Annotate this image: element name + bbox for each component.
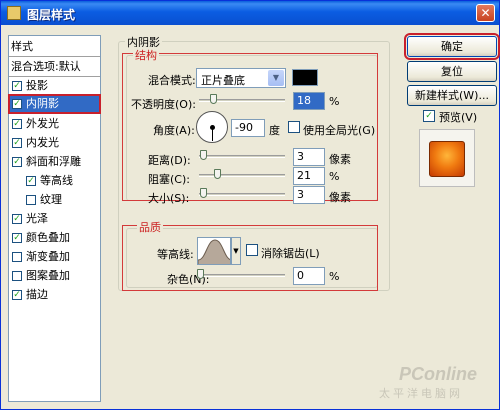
gradient-overlay-checkbox[interactable] [12, 252, 22, 262]
sidebar-item-satin[interactable]: ✓ 光泽 [9, 210, 100, 228]
sidebar-item-color-overlay[interactable]: ✓ 颜色叠加 [9, 229, 100, 247]
contour-dropdown-chevron-icon[interactable]: ▼ [231, 237, 241, 265]
sidebar-item-gradient-overlay[interactable]: 渐变叠加 [9, 248, 100, 266]
contour-label: 等高线: [157, 248, 194, 261]
sidebar-item-texture[interactable]: 纹理 [9, 191, 100, 209]
angle-label: 角度(A): [153, 124, 195, 137]
noise-input[interactable]: 0 [293, 267, 325, 285]
preview-checkbox[interactable]: ✓ [423, 110, 435, 122]
styles-header[interactable]: 样式 [11, 38, 102, 56]
size-slider-handle[interactable] [200, 188, 207, 198]
blend-mode-select[interactable]: 正片叠底 ▼ [196, 68, 286, 88]
satin-checkbox[interactable]: ✓ [12, 214, 22, 224]
antialias-label: 消除锯齿(L) [261, 247, 320, 260]
contour-curve-icon [198, 239, 230, 264]
divider [9, 56, 100, 57]
size-input[interactable]: 3 [293, 186, 325, 204]
choke-input[interactable]: 21 [293, 167, 325, 185]
preview-label: 预览(V) [439, 111, 478, 124]
sidebar-item-inner-shadow[interactable]: ✓ 内阴影 [8, 94, 101, 114]
size-slider-track[interactable] [199, 193, 285, 196]
sidebar-item-label: 内发光 [26, 136, 59, 149]
noise-slider-track[interactable] [197, 274, 285, 277]
ok-button[interactable]: 确定 [404, 33, 500, 60]
contour-checkbox[interactable]: ✓ [26, 176, 36, 186]
stroke-checkbox[interactable]: ✓ [12, 290, 22, 300]
noise-slider-handle[interactable] [197, 269, 204, 279]
opacity-unit: % [329, 95, 340, 108]
sidebar-item-label: 颜色叠加 [26, 231, 70, 244]
size-unit: 像素 [329, 191, 351, 204]
watermark-logo: PConline [398, 364, 477, 384]
angle-dial[interactable] [196, 111, 228, 143]
distance-label: 距离(D): [148, 154, 191, 167]
angle-input[interactable]: -90 [231, 119, 265, 137]
chevron-down-icon: ▼ [268, 70, 284, 86]
distance-slider-handle[interactable] [200, 150, 207, 160]
angle-unit: 度 [269, 124, 280, 137]
contour-preview[interactable] [197, 237, 231, 265]
distance-input[interactable]: 3 [293, 148, 325, 166]
structure-title: 结构 [133, 47, 159, 63]
blend-mode-label: 混合模式: [148, 74, 196, 87]
antialias-checkbox[interactable] [246, 244, 258, 256]
sidebar-item-contour[interactable]: ✓ 等高线 [9, 172, 100, 190]
app-icon [7, 6, 21, 20]
sidebar-item-inner-glow[interactable]: ✓ 内发光 [9, 134, 100, 152]
drop-shadow-checkbox[interactable]: ✓ [12, 81, 22, 91]
texture-checkbox[interactable] [26, 195, 36, 205]
sidebar-item-label: 渐变叠加 [26, 250, 70, 263]
shadow-color-swatch[interactable] [292, 69, 318, 86]
sidebar-item-drop-shadow[interactable]: ✓ 投影 [9, 77, 100, 95]
distance-unit: 像素 [329, 153, 351, 166]
sidebar-item-label: 外发光 [26, 117, 59, 130]
sidebar-item-label: 描边 [26, 288, 48, 301]
blend-options-item[interactable]: 混合选项:默认 [11, 58, 102, 76]
opacity-label: 不透明度(O): [131, 98, 196, 111]
bevel-emboss-checkbox[interactable]: ✓ [12, 157, 22, 167]
distance-slider-track[interactable] [199, 155, 285, 158]
sidebar-item-stroke[interactable]: ✓ 描边 [9, 286, 100, 304]
global-light-checkbox[interactable] [288, 121, 300, 133]
sidebar-item-pattern-overlay[interactable]: 图案叠加 [9, 267, 100, 285]
color-overlay-checkbox[interactable]: ✓ [12, 233, 22, 243]
choke-slider-handle[interactable] [214, 169, 221, 179]
inner-glow-checkbox[interactable]: ✓ [12, 138, 22, 148]
close-button[interactable]: ✕ [476, 4, 495, 22]
outer-glow-checkbox[interactable]: ✓ [12, 119, 22, 129]
sidebar-item-outer-glow[interactable]: ✓ 外发光 [9, 115, 100, 133]
new-style-button[interactable]: 新建样式(W)... [407, 85, 497, 106]
style-preview-thumbnail [429, 141, 465, 177]
global-light-label: 使用全局光(G) [303, 124, 376, 137]
size-label: 大小(S): [148, 192, 190, 205]
opacity-slider-handle[interactable] [210, 94, 217, 104]
quality-title: 品质 [137, 219, 163, 235]
sidebar-item-label: 内阴影 [26, 97, 59, 110]
sidebar-item-label: 光泽 [26, 212, 48, 225]
noise-unit: % [329, 270, 340, 283]
blend-mode-value: 正片叠底 [201, 74, 245, 87]
reset-button[interactable]: 复位 [407, 61, 497, 82]
choke-unit: % [329, 170, 340, 183]
styles-list: 样式 混合选项:默认 ✓ 投影 ✓ 内阴影 ✓ 外发光 ✓ 内发光 ✓ 斜面和浮… [8, 35, 101, 402]
watermark-subtitle: 太平洋电脑网 [379, 387, 463, 400]
sidebar-item-bevel-emboss[interactable]: ✓ 斜面和浮雕 [9, 153, 100, 171]
sidebar-item-label: 斜面和浮雕 [26, 155, 81, 168]
choke-label: 阻塞(C): [148, 173, 190, 186]
layer-style-dialog: 图层样式 ✕ 样式 混合选项:默认 ✓ 投影 ✓ 内阴影 ✓ 外发光 ✓ 内发光… [0, 0, 500, 410]
sidebar-item-label: 纹理 [40, 193, 62, 206]
close-icon: ✕ [480, 6, 491, 20]
angle-dial-needle [212, 127, 213, 141]
sidebar-item-label: 图案叠加 [26, 269, 70, 282]
opacity-input[interactable]: 18 [293, 92, 325, 110]
window-title: 图层样式 [27, 8, 76, 22]
title-bar[interactable]: 图层样式 ✕ [1, 1, 499, 25]
pattern-overlay-checkbox[interactable] [12, 271, 22, 281]
inner-shadow-checkbox[interactable]: ✓ [12, 99, 22, 109]
sidebar-item-label: 投影 [26, 79, 48, 92]
choke-slider-track[interactable] [199, 174, 285, 177]
sidebar-item-label: 等高线 [40, 174, 73, 187]
